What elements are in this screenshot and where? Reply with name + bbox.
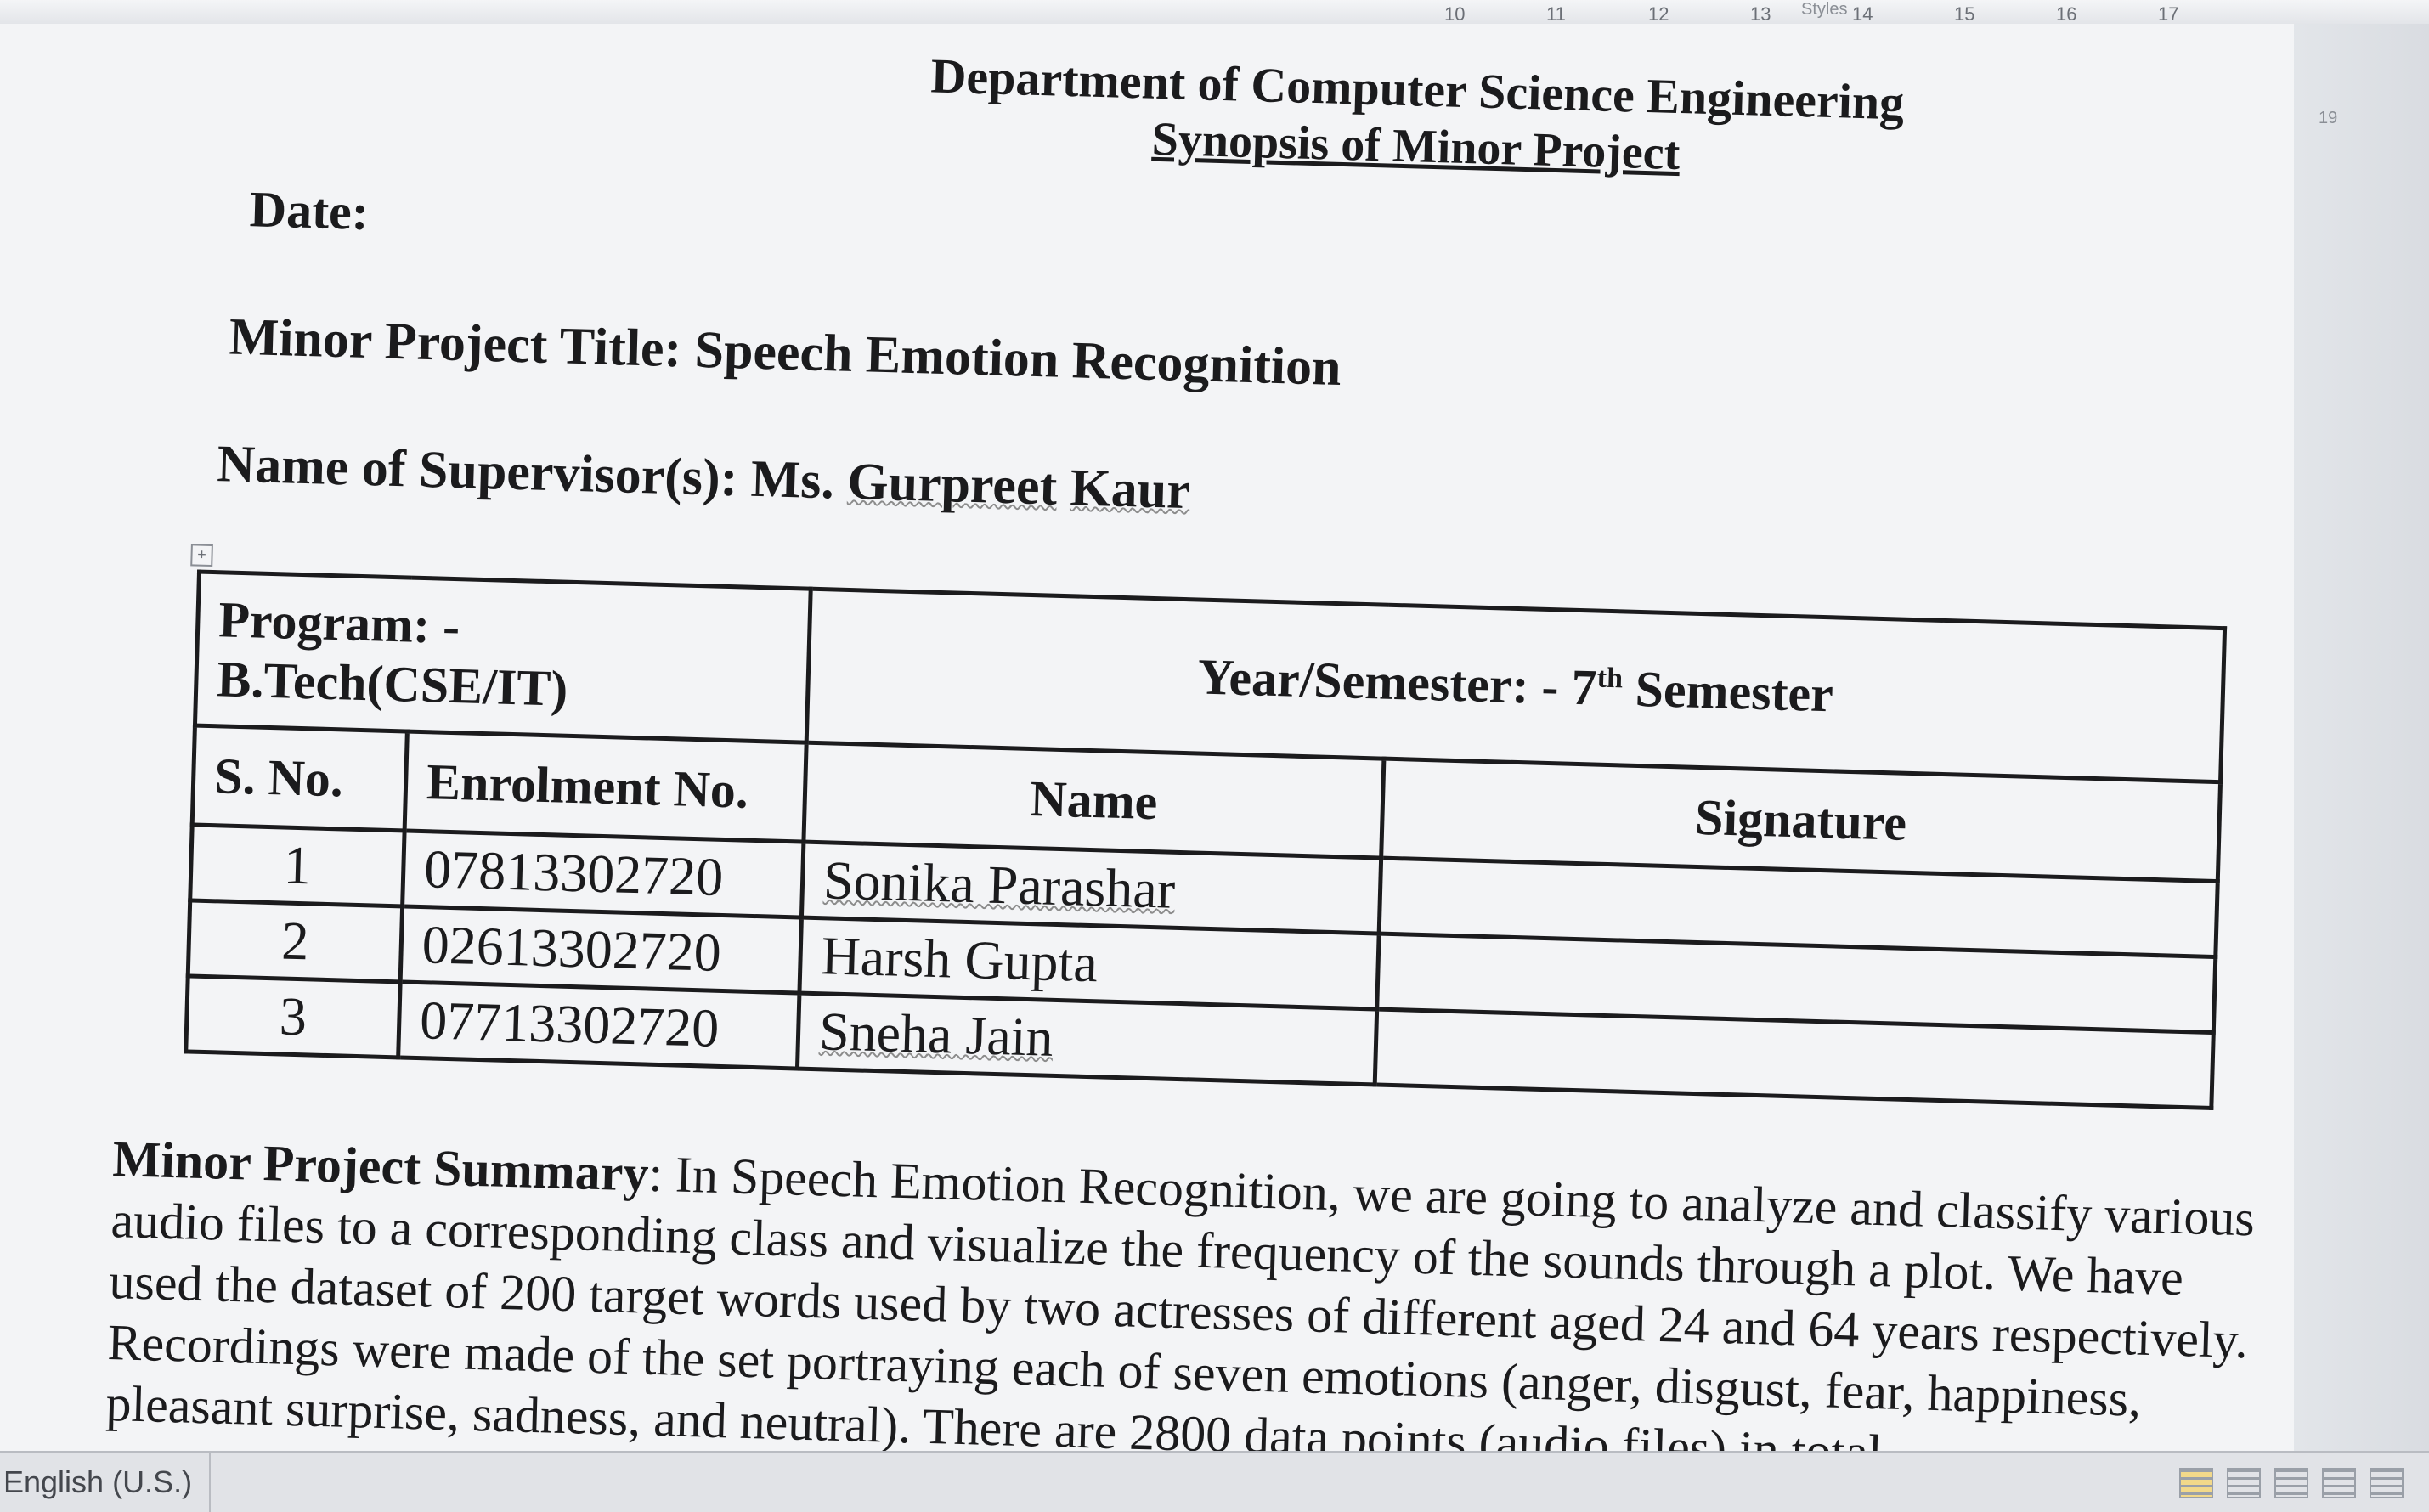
- summary-text: : In Speech Emotion Recognition, we are …: [105, 1145, 2256, 1481]
- web-layout-view-icon[interactable]: [2274, 1468, 2308, 1498]
- supervisor-line[interactable]: Name of Supervisor(s): Ms. Gurpreet Kaur: [217, 434, 1191, 522]
- ruler-tick: 17: [2158, 3, 2179, 25]
- row-sno[interactable]: 1: [189, 824, 405, 906]
- student-table[interactable]: Program: - B.Tech(CSE/IT) Year/Semester:…: [184, 570, 2227, 1111]
- year-suffix: Semester: [1621, 659, 1834, 722]
- project-title-line[interactable]: Minor Project Title: Speech Emotion Reco…: [229, 307, 1342, 399]
- header-name[interactable]: Name: [803, 742, 1384, 859]
- title-value: Speech Emotion Recognition: [693, 320, 1342, 398]
- ruler-ticks: 10 11 12 13 14 15 16 17: [1444, 3, 2260, 25]
- side-panel: 19: [2285, 24, 2429, 1451]
- row-name-text: Sneha Jain: [818, 1001, 1054, 1068]
- row-name-text: Harsh Gupta: [820, 925, 1099, 994]
- full-screen-view-icon[interactable]: [2227, 1468, 2261, 1498]
- row-enrolment[interactable]: 02613302720: [400, 906, 802, 994]
- ruler-tick: 12: [1648, 3, 1669, 25]
- title-label: Minor Project Title:: [228, 307, 683, 379]
- row-sno[interactable]: 3: [185, 975, 401, 1058]
- supervisor-first-name: Gurpreet: [846, 452, 1059, 516]
- ruler-tick: 10: [1444, 3, 1466, 25]
- language-indicator[interactable]: English (U.S.): [0, 1453, 212, 1512]
- row-enrolment[interactable]: 07813302720: [402, 830, 804, 918]
- document-page[interactable]: Department of Computer Science Engineeri…: [0, 24, 2294, 1481]
- document-body: Department of Computer Science Engineeri…: [105, 24, 2256, 1481]
- date-field[interactable]: Date:: [249, 180, 370, 242]
- side-ruler-number: 19: [2319, 109, 2338, 127]
- header-enrolment[interactable]: Enrolment No.: [404, 731, 807, 843]
- supervisor-label: Name of Supervisor(s):: [216, 435, 739, 508]
- date-label: Date:: [249, 181, 370, 240]
- supervisor-prefix: Ms.: [749, 449, 835, 511]
- header-sno[interactable]: S. No.: [192, 725, 408, 831]
- row-name-text: Sonika Parashar: [822, 849, 1177, 920]
- view-buttons: [2179, 1468, 2404, 1498]
- ruler-tick: 16: [2056, 3, 2077, 25]
- program-cell[interactable]: Program: - B.Tech(CSE/IT): [195, 572, 811, 743]
- ruler-tick: 14: [1852, 3, 1873, 25]
- print-layout-view-icon[interactable]: [2179, 1468, 2213, 1498]
- status-bar: English (U.S.): [0, 1451, 2429, 1512]
- year-superscript: th: [1596, 662, 1624, 694]
- table-move-handle-icon[interactable]: +: [190, 544, 213, 567]
- summary-label: Minor Project Summary: [111, 1131, 650, 1202]
- project-summary[interactable]: Minor Project Summary: In Speech Emotion…: [105, 1128, 2288, 1494]
- row-enrolment[interactable]: 07713302720: [398, 981, 799, 1069]
- supervisor-last-name: Kaur: [1069, 459, 1191, 521]
- row-name[interactable]: Sneha Jain: [797, 993, 1377, 1085]
- document-header: Department of Computer Science Engineeri…: [863, 44, 1970, 189]
- ruler-tick: 15: [1954, 3, 1975, 25]
- horizontal-ruler[interactable]: 10 11 12 13 14 15 16 17 Styles: [0, 0, 2429, 25]
- styles-pane-label[interactable]: Styles: [1801, 0, 1847, 20]
- ruler-tick: 11: [1546, 3, 1566, 25]
- year-label: Year/Semester: - 7: [1197, 647, 1598, 716]
- draft-view-icon[interactable]: [2370, 1468, 2404, 1498]
- outline-view-icon[interactable]: [2322, 1468, 2356, 1498]
- row-sno[interactable]: 2: [188, 900, 403, 982]
